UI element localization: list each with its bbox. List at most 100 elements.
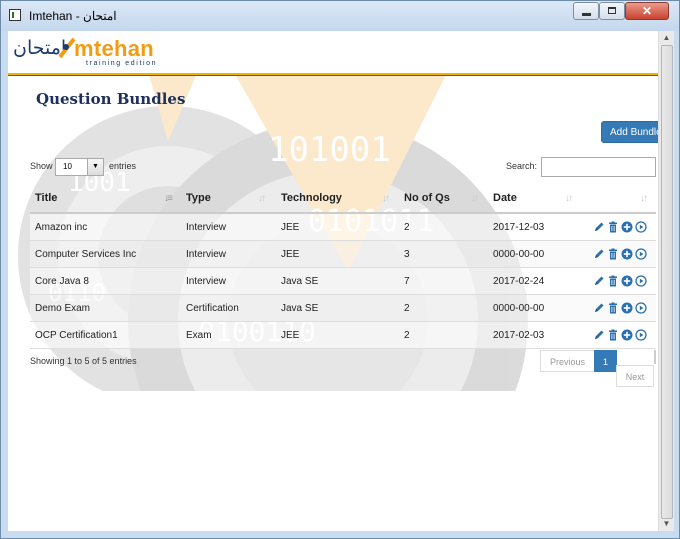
close-icon: ✕ <box>641 4 653 18</box>
entries-value: 10 <box>63 162 72 171</box>
sort-icon[interactable]: ↓↑ <box>471 193 479 204</box>
trash-icon[interactable] <box>607 328 619 341</box>
table-info: Showing 1 to 5 of 5 entries <box>30 356 137 366</box>
col-header-date[interactable]: Date <box>493 192 517 204</box>
cell-date: 0000-00-00 <box>493 303 545 314</box>
previous-page-button[interactable]: Previous <box>540 350 595 372</box>
cell-technology: JEE <box>281 222 300 233</box>
show-label: Show <box>30 161 53 171</box>
cell-count: 7 <box>404 276 410 287</box>
scrollbar-thumb[interactable] <box>661 45 673 519</box>
play-circle-icon[interactable] <box>635 220 647 233</box>
cell-technology: JEE <box>281 249 300 260</box>
add-circle-icon[interactable] <box>621 274 633 287</box>
scroll-down-icon[interactable]: ▼ <box>659 517 674 531</box>
col-header-count[interactable]: No of Qs <box>404 192 450 204</box>
app-icon <box>9 9 21 21</box>
cell-technology: Java SE <box>281 303 319 314</box>
close-button[interactable]: ✕ <box>625 2 669 20</box>
cell-technology: Java SE <box>281 276 319 287</box>
entries-select[interactable]: 10 ▼ <box>55 158 104 176</box>
cell-type: Interview <box>186 222 227 233</box>
cell-count: 2 <box>404 303 410 314</box>
cell-type: Interview <box>186 276 227 287</box>
sort-asc-icon[interactable]: ↓≡ <box>164 193 173 204</box>
cell-technology: JEE <box>281 330 300 341</box>
search-label: Search: <box>506 161 538 171</box>
table-row[interactable]: OCP Certification1 Exam JEE 2 2017-02-03 <box>30 322 656 349</box>
window-title: Imtehan - امتحان <box>29 9 117 23</box>
row-actions <box>593 274 649 288</box>
cell-count: 2 <box>404 330 410 341</box>
sort-icon[interactable]: ↓↑ <box>640 193 648 204</box>
pencil-icon[interactable] <box>593 220 605 232</box>
row-actions <box>593 220 649 234</box>
header-divider-dark <box>8 75 658 76</box>
trash-icon[interactable] <box>607 274 619 287</box>
trash-icon[interactable] <box>607 301 619 314</box>
logo-tagline: training edition <box>86 60 158 67</box>
app-window: Imtehan - امتحان ✕ 101001 0101011 1001 0… <box>0 0 680 539</box>
cell-date: 2017-12-03 <box>493 222 545 233</box>
title-bar[interactable]: Imtehan - امتحان ✕ <box>1 1 679 31</box>
play-circle-icon[interactable] <box>635 301 647 314</box>
cell-type: Exam <box>186 330 212 341</box>
maximize-button[interactable] <box>599 2 625 20</box>
trash-icon[interactable] <box>607 247 619 260</box>
add-circle-icon[interactable] <box>621 301 633 314</box>
site-header: امتحان mtehan training edition <box>8 31 658 73</box>
cell-title: Demo Exam <box>35 303 91 314</box>
page-title: Question Bundles <box>36 90 186 108</box>
chevron-down-icon[interactable]: ▼ <box>87 159 103 175</box>
svg-text:101001: 101001 <box>268 130 391 170</box>
next-page-button[interactable]: Next <box>616 365 654 387</box>
col-header-title[interactable]: Title <box>35 192 57 204</box>
trash-icon[interactable] <box>607 220 619 233</box>
play-circle-icon[interactable] <box>635 274 647 287</box>
pencil-icon[interactable] <box>593 301 605 313</box>
row-actions <box>593 301 649 315</box>
play-circle-icon[interactable] <box>635 328 647 341</box>
minimize-button[interactable] <box>573 2 599 20</box>
cell-count: 2 <box>404 222 410 233</box>
cell-title: OCP Certification1 <box>35 330 118 341</box>
col-header-technology[interactable]: Technology <box>281 192 342 204</box>
table-body: Amazon inc Interview JEE 2 2017-12-03 Compute… <box>30 214 656 349</box>
table-row[interactable]: Core Java 8 Interview Java SE 7 2017-02-24 <box>30 268 656 295</box>
bundles-table: Title ↓≡ Type ↓↑ Technology ↓↑ No of Qs … <box>30 184 656 349</box>
row-actions <box>593 247 649 261</box>
add-bundle-button[interactable]: Add Bundle <box>601 121 658 143</box>
table-row[interactable]: Amazon inc Interview JEE 2 2017-12-03 <box>30 214 656 241</box>
scroll-up-icon[interactable]: ▲ <box>659 31 674 45</box>
cell-title: Core Java 8 <box>35 276 89 287</box>
pager-edge <box>654 350 656 364</box>
cell-date: 2017-02-24 <box>493 276 545 287</box>
table-header: Title ↓≡ Type ↓↑ Technology ↓↑ No of Qs … <box>30 184 656 214</box>
cell-type: Certification <box>186 303 239 314</box>
add-circle-icon[interactable] <box>621 328 633 341</box>
table-row[interactable]: Computer Services Inc Interview JEE 3 0000-0… <box>30 241 656 268</box>
page-1-button[interactable]: 1 <box>594 350 617 372</box>
sort-icon[interactable]: ↓↑ <box>258 193 266 204</box>
pencil-icon[interactable] <box>593 328 605 340</box>
sort-icon[interactable]: ↓↑ <box>565 193 573 204</box>
content-area: 101001 0101011 1001 0110 0100110 امتحان … <box>8 31 658 531</box>
pencil-icon[interactable] <box>593 274 605 286</box>
vertical-scrollbar[interactable]: ▲ ▼ <box>658 31 674 531</box>
cell-date: 2017-02-03 <box>493 330 545 341</box>
add-circle-icon[interactable] <box>621 247 633 260</box>
play-circle-icon[interactable] <box>635 247 647 260</box>
pencil-icon[interactable] <box>593 247 605 259</box>
search-input[interactable] <box>541 157 656 177</box>
entries-label: entries <box>109 161 137 171</box>
cell-title: Amazon inc <box>35 222 88 233</box>
cell-date: 0000-00-00 <box>493 249 545 260</box>
logo-wordmark: mtehan <box>74 36 155 61</box>
table-row[interactable]: Demo Exam Certification Java SE 2 0000-00-00 <box>30 295 656 322</box>
add-circle-icon[interactable] <box>621 220 633 233</box>
col-header-type[interactable]: Type <box>186 192 211 204</box>
cell-title: Computer Services Inc <box>35 249 137 260</box>
sort-icon[interactable]: ↓↑ <box>382 193 390 204</box>
cell-count: 3 <box>404 249 410 260</box>
row-actions <box>593 328 649 342</box>
